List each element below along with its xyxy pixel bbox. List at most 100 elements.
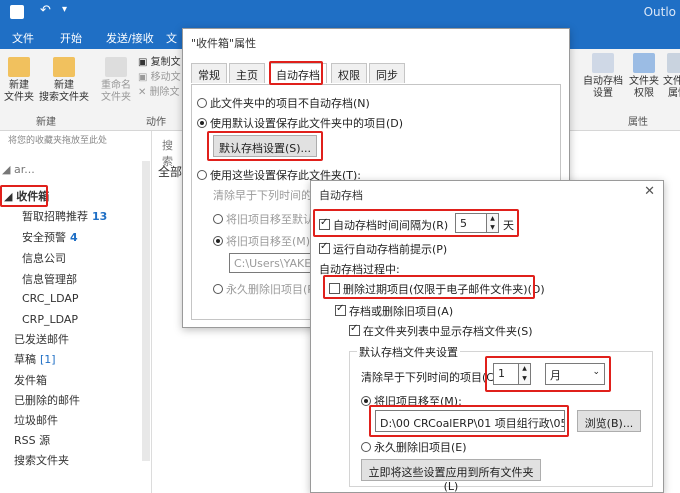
folder-item[interactable]: RSS 源 (0, 432, 150, 452)
folder-properties-label-1: 文件夹 (663, 76, 680, 87)
folder-item[interactable]: 信息公司 (0, 250, 150, 270)
highlight-inbox (0, 185, 48, 207)
delete-folder-button[interactable]: ✕ 删除文 (138, 85, 181, 100)
folder-label: 搜索文件夹 (14, 454, 69, 467)
folder-label: 安全预警 4 (22, 231, 78, 244)
folder-label: 已删除的邮件 (14, 394, 80, 407)
group-properties-label: 属性 (628, 117, 648, 128)
archive-or-delete-checkbox[interactable] (335, 303, 346, 316)
group-actions-label: 动作 (146, 117, 166, 128)
folder-pane: 将您的收藏夹拖放至此处 ◢ ar... ◢ 收件箱 暂取招聘推荐 13 安全预警 4… (0, 131, 152, 493)
tab-file[interactable]: 文件 (12, 30, 34, 46)
perm-delete-items-label: 永久删除旧项目(E) (374, 441, 467, 454)
tab-general[interactable]: 常规 (191, 63, 227, 83)
folder-permissions-label-1: 文件夹 (629, 76, 659, 87)
group-new-label: 新建 (36, 117, 56, 128)
radio-move-default[interactable] (213, 214, 223, 224)
new-folder-label-1: 新建 (9, 80, 29, 91)
properties-dialog-title: "收件箱"属性 (191, 37, 257, 50)
radio-no-archive[interactable] (197, 98, 207, 108)
move-to-label: 将旧项目移至(M): (226, 235, 314, 248)
properties-icon (667, 53, 680, 73)
folder-properties-button[interactable]: 文件夹 属性 (660, 53, 680, 100)
rename-icon (105, 57, 127, 77)
option-move-default[interactable]: 将旧项目移至默认存 (213, 211, 325, 227)
folder-label: 已发送邮件 (14, 333, 69, 346)
new-search-folder-label-1: 新建 (54, 80, 74, 91)
tab-home-page[interactable]: 主页 (229, 63, 265, 83)
folder-item[interactable]: 暂取招聘推荐 13 (0, 208, 150, 228)
folder-item[interactable]: 信息管理部 (0, 271, 150, 291)
folder-item[interactable]: CRC_LDAP (0, 292, 150, 312)
filter-all-stub[interactable]: 全部 (158, 163, 182, 180)
radio-custom-settings[interactable] (197, 170, 207, 180)
radio-default-settings[interactable] (197, 118, 207, 128)
option-perm-delete[interactable]: 永久删除旧项目(P) (213, 281, 318, 297)
radio-perm-delete-items[interactable] (361, 442, 371, 452)
option-default-settings[interactable]: 使用默认设置保存此文件夹中的项目(D) (197, 115, 403, 131)
folder-icon (8, 57, 30, 77)
tab-folder[interactable]: 文 (166, 30, 177, 46)
folder-label: CRC_LDAP (22, 292, 79, 305)
prompt-before-checkbox[interactable] (319, 241, 330, 254)
folder-permissions-button[interactable]: 文件夹 权限 (626, 53, 662, 100)
clear-older-label: 清除早于下列时间的项 (213, 189, 323, 202)
autoarchive-settings-button[interactable]: 自动存档 设置 (580, 53, 626, 100)
show-in-list-checkbox[interactable] (349, 323, 360, 336)
show-in-list-option[interactable]: 在文件夹列表中显示存档文件夹(S) (349, 323, 533, 339)
archive-or-delete-option[interactable]: 存档或删除旧项目(A) (335, 303, 453, 319)
folder-label: 草稿 [1] (14, 353, 56, 366)
option-move-to[interactable]: 将旧项目移至(M): (213, 233, 314, 249)
folder-label: RSS 源 (14, 434, 51, 447)
move-icon: ▣ (138, 72, 151, 83)
folder-pane-scrollbar[interactable] (142, 161, 150, 461)
folder-label: 垃圾邮件 (14, 414, 58, 427)
tab-permissions[interactable]: 权限 (331, 63, 367, 83)
title-bar: ↶ ▾ Outlo (0, 0, 680, 25)
radio-move-to[interactable] (213, 236, 223, 246)
folder-permissions-label-2: 权限 (634, 88, 654, 99)
unread-count: 13 (92, 210, 108, 223)
folder-item[interactable]: CRP_LDAP (0, 313, 150, 333)
copy-folder-button[interactable]: ▣ 复制文 (138, 55, 181, 70)
highlight-autoarchive-tab (269, 61, 323, 85)
apply-to-all-folders-button[interactable]: 立即将这些设置应用到所有文件夹(L) (361, 459, 541, 493)
tab-send-receive[interactable]: 发送/接收 (106, 30, 154, 46)
folder-label: 信息管理部 (22, 273, 77, 286)
highlight-delete-expired (323, 275, 535, 299)
folder-item[interactable]: 草稿 [1] (0, 351, 150, 371)
browse-button[interactable]: 浏览(B)... (577, 410, 641, 432)
folder-item[interactable]: 垃圾邮件 (0, 412, 150, 432)
new-search-folder-button[interactable]: 新建 搜索文件夹 (38, 57, 90, 104)
folder-item[interactable]: 安全预警 4 (0, 229, 150, 249)
properties-tabs: 常规 主页 自动存档 权限 同步 (191, 63, 561, 85)
new-search-folder-label-2: 搜索文件夹 (39, 92, 89, 103)
autoarchive-settings-label-2: 设置 (593, 88, 613, 99)
folder-item[interactable]: 发件箱 (0, 372, 150, 392)
tab-sync[interactable]: 同步 (369, 63, 405, 83)
highlight-run-every (313, 209, 519, 237)
radio-perm-delete[interactable] (213, 284, 223, 294)
rename-folder-button[interactable]: 重命名 文件夹 (98, 57, 134, 104)
favorites-hint: 将您的收藏夹拖放至此处 (8, 136, 108, 146)
option-no-archive[interactable]: 此文件夹中的项目不自动存档(N) (197, 95, 370, 111)
perm-delete-option[interactable]: 永久删除旧项目(E) (361, 439, 467, 455)
unread-count: 4 (70, 231, 78, 244)
tab-home[interactable]: 开始 (60, 30, 82, 46)
customize-toolbar-icon[interactable]: ▾ (62, 4, 67, 15)
folder-label: CRP_LDAP (22, 313, 79, 326)
folder-item[interactable]: 已发送邮件 (0, 331, 150, 351)
autoarchive-dialog-title: 自动存档 (319, 189, 363, 202)
move-folder-button[interactable]: ▣ 移动文 (138, 70, 181, 85)
account-header[interactable]: ◢ ar... (2, 163, 35, 176)
close-icon[interactable]: ✕ (644, 184, 655, 199)
archive-settings-icon (592, 53, 614, 73)
folder-item[interactable]: 搜索文件夹 (0, 452, 150, 472)
folder-item[interactable]: 已删除的邮件 (0, 392, 150, 412)
unread-count: [1] (40, 353, 56, 366)
new-folder-label-2: 文件夹 (4, 92, 34, 103)
prompt-before-option[interactable]: 运行自动存档前提示(P) (319, 241, 447, 257)
undo-icon[interactable]: ↶ (40, 3, 51, 18)
move-folder-label: 移动文 (150, 72, 181, 83)
new-folder-button[interactable]: 新建 文件夹 (4, 57, 34, 104)
